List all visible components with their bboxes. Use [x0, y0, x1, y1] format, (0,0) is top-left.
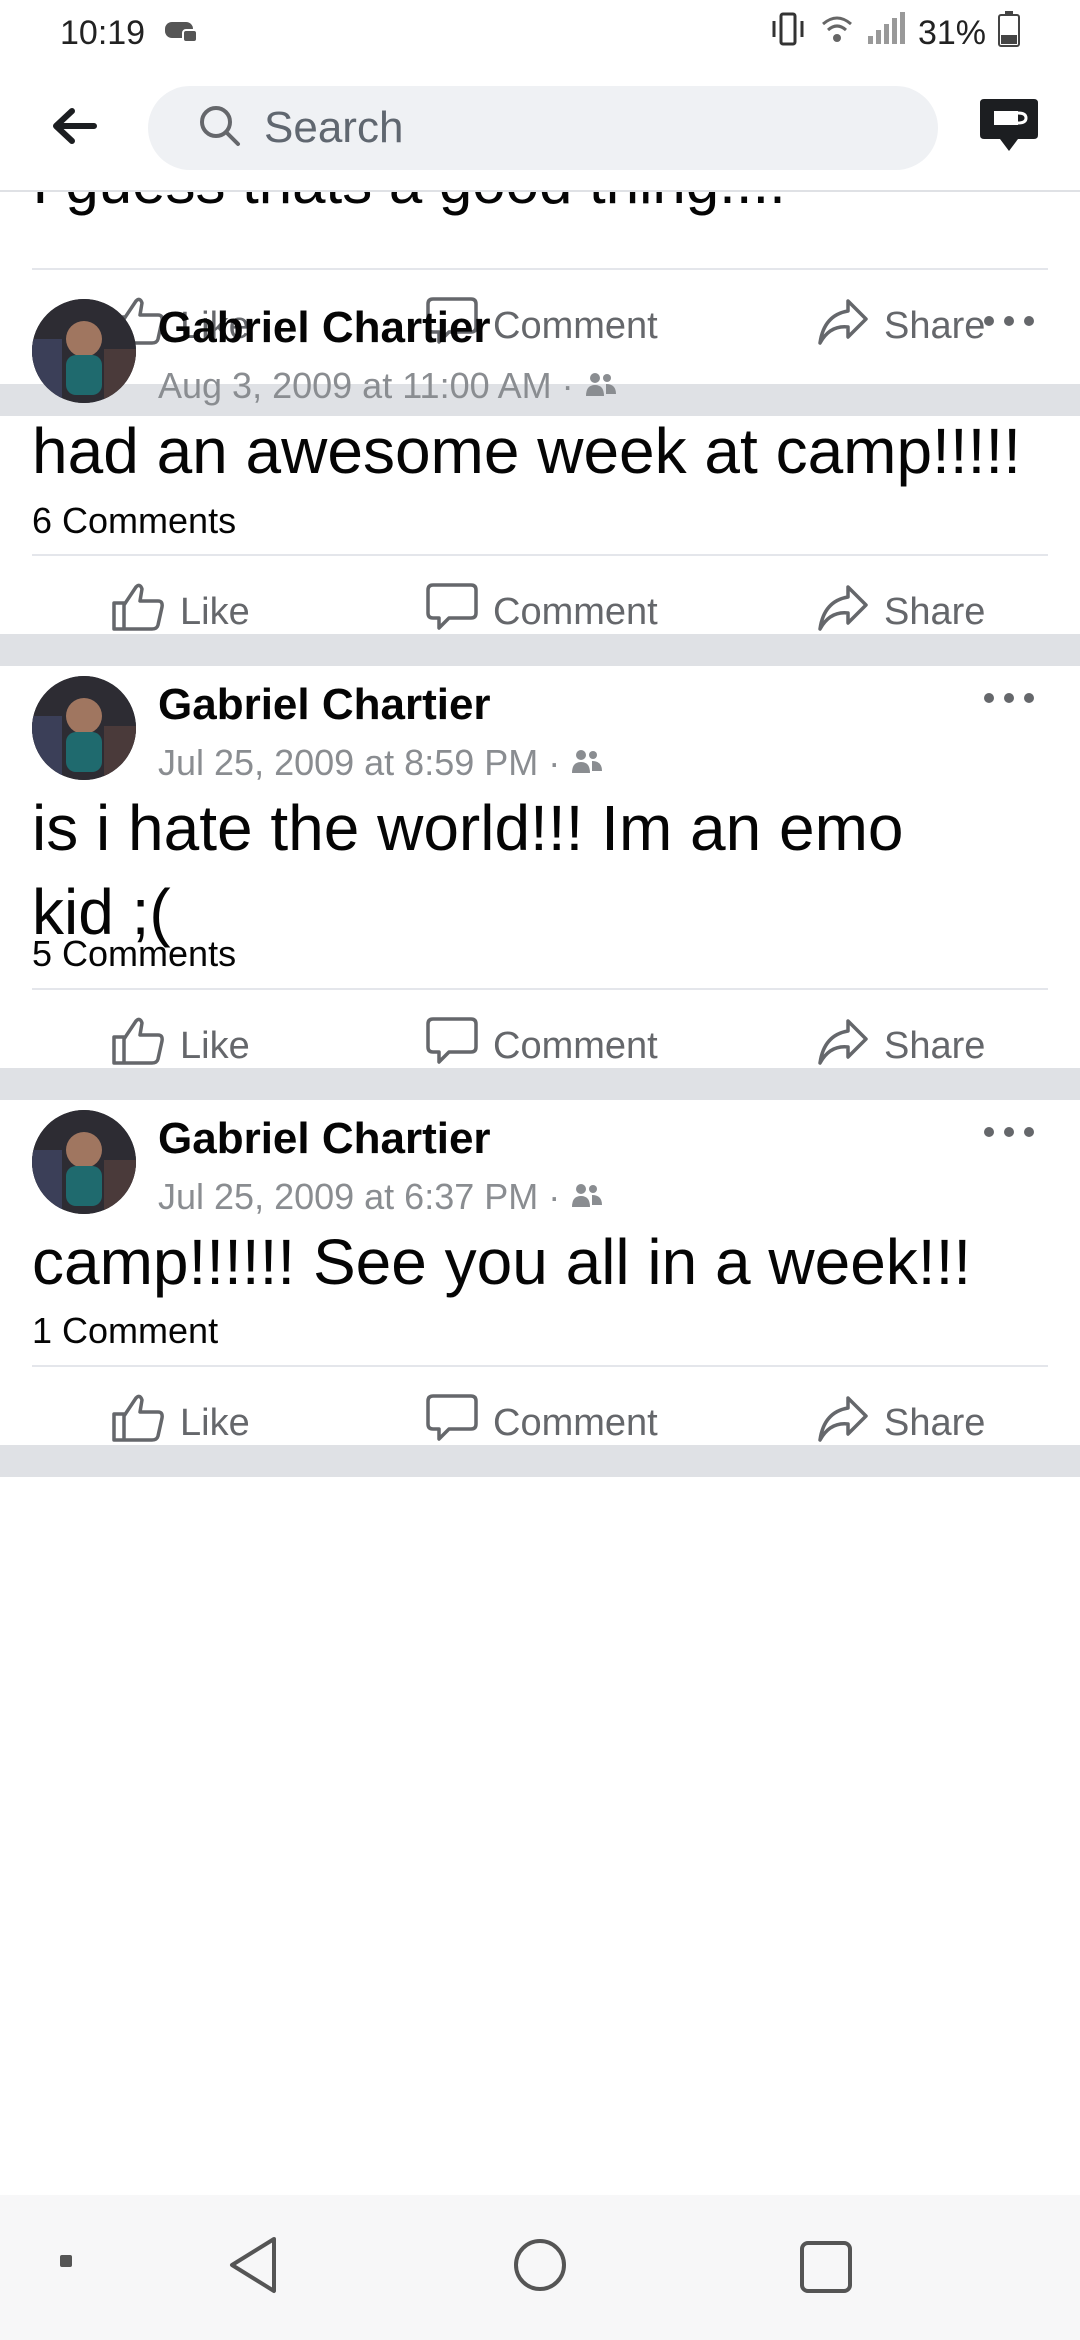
like-label: Like	[180, 590, 250, 633]
back-button[interactable]	[0, 65, 148, 191]
status-bar: 10:19 31%	[0, 0, 1080, 66]
post-separator	[0, 1445, 1080, 1477]
post-header: Gabriel Chartier Aug 3, 2009 at 11:00 AM…	[0, 299, 1080, 419]
post-meta: Jul 25, 2009 at 6:37 PM ·	[158, 1176, 604, 1218]
vibrate-icon	[768, 11, 808, 56]
post-meta: Aug 3, 2009 at 11:00 AM ·	[158, 365, 618, 407]
post-text: camp!!!!!! See you all in a week!!!	[32, 1220, 1052, 1304]
friends-icon	[570, 742, 604, 784]
nav-back-button[interactable]	[226, 2235, 280, 2300]
post-text: is i hate the world!!! Im an emo kid ;(	[32, 786, 1052, 954]
like-label: Like	[180, 1401, 250, 1444]
comment-label: Comment	[493, 1401, 658, 1444]
messenger-icon	[978, 97, 1040, 160]
post-meta: Jul 25, 2009 at 8:59 PM ·	[158, 742, 604, 784]
search-placeholder: Search	[264, 103, 404, 152]
post-text-line: is i hate the world!!! Im an emo	[32, 792, 904, 864]
post-text: had an awesome week at camp!!!!!	[32, 409, 1052, 493]
more-options-button[interactable]	[984, 1120, 1034, 1144]
messenger-button[interactable]	[938, 65, 1080, 191]
friends-icon	[584, 365, 618, 407]
back-arrow-icon	[50, 106, 98, 151]
meta-dot: ·	[561, 365, 574, 406]
avatar[interactable]	[32, 676, 136, 780]
post-timestamp[interactable]: Jul 25, 2009 at 6:37 PM	[158, 1176, 538, 1218]
search-icon	[198, 104, 242, 153]
avatar[interactable]	[32, 299, 136, 403]
post-header: Gabriel Chartier Jul 25, 2009 at 6:37 PM…	[0, 1110, 1080, 1230]
more-dots-icon	[984, 316, 994, 326]
share-label: Share	[884, 1024, 986, 1067]
comment-count[interactable]: 6 Comments	[32, 500, 236, 542]
feed: I guess thats a good thing.... Like Comm…	[0, 192, 1080, 2195]
post-timestamp[interactable]: Jul 25, 2009 at 8:59 PM	[158, 742, 538, 784]
signal-icon	[866, 11, 906, 55]
post-text-line: had an awesome week at camp!!!!!	[32, 415, 1021, 487]
share-label: Share	[884, 1401, 986, 1444]
like-label: Like	[180, 1024, 250, 1067]
meta-dot: ·	[548, 1176, 561, 1217]
comment-label: Comment	[493, 590, 658, 633]
comment-label: Comment	[493, 1024, 658, 1067]
notification-dot-icon	[58, 2253, 74, 2274]
nav-home-button[interactable]	[512, 2237, 568, 2298]
more-dots-icon	[984, 1127, 994, 1137]
post-separator	[0, 1068, 1080, 1100]
post-separator	[0, 634, 1080, 666]
search-bar[interactable]: Search	[148, 86, 938, 170]
battery-icon	[998, 10, 1020, 56]
post-header: Gabriel Chartier Jul 25, 2009 at 8:59 PM…	[0, 676, 1080, 796]
system-nav-bar	[0, 2195, 1080, 2340]
comment-count[interactable]: 1 Comment	[32, 1310, 218, 1352]
author-name[interactable]: Gabriel Chartier	[158, 303, 491, 353]
game-controller-icon	[163, 14, 199, 53]
meta-dot: ·	[548, 742, 561, 783]
avatar[interactable]	[32, 1110, 136, 1214]
share-label: Share	[884, 590, 986, 633]
author-name[interactable]: Gabriel Chartier	[158, 1114, 491, 1164]
friends-icon	[570, 1176, 604, 1218]
partial-post-text: I guess thats a good thing....	[32, 192, 786, 217]
author-name[interactable]: Gabriel Chartier	[158, 680, 491, 730]
wifi-icon	[820, 12, 854, 55]
more-options-button[interactable]	[984, 309, 1034, 333]
comment-count[interactable]: 5 Comments	[32, 933, 236, 975]
battery-percent: 31%	[917, 13, 986, 52]
status-time: 10:19	[60, 13, 146, 52]
post-timestamp[interactable]: Aug 3, 2009 at 11:00 AM	[158, 365, 552, 407]
more-dots-icon	[984, 693, 994, 703]
top-header: Search	[0, 66, 1080, 192]
post-text-line: camp!!!!!! See you all in a week!!!	[32, 1226, 972, 1298]
nav-recents-button[interactable]	[798, 2239, 854, 2300]
more-options-button[interactable]	[984, 686, 1034, 710]
